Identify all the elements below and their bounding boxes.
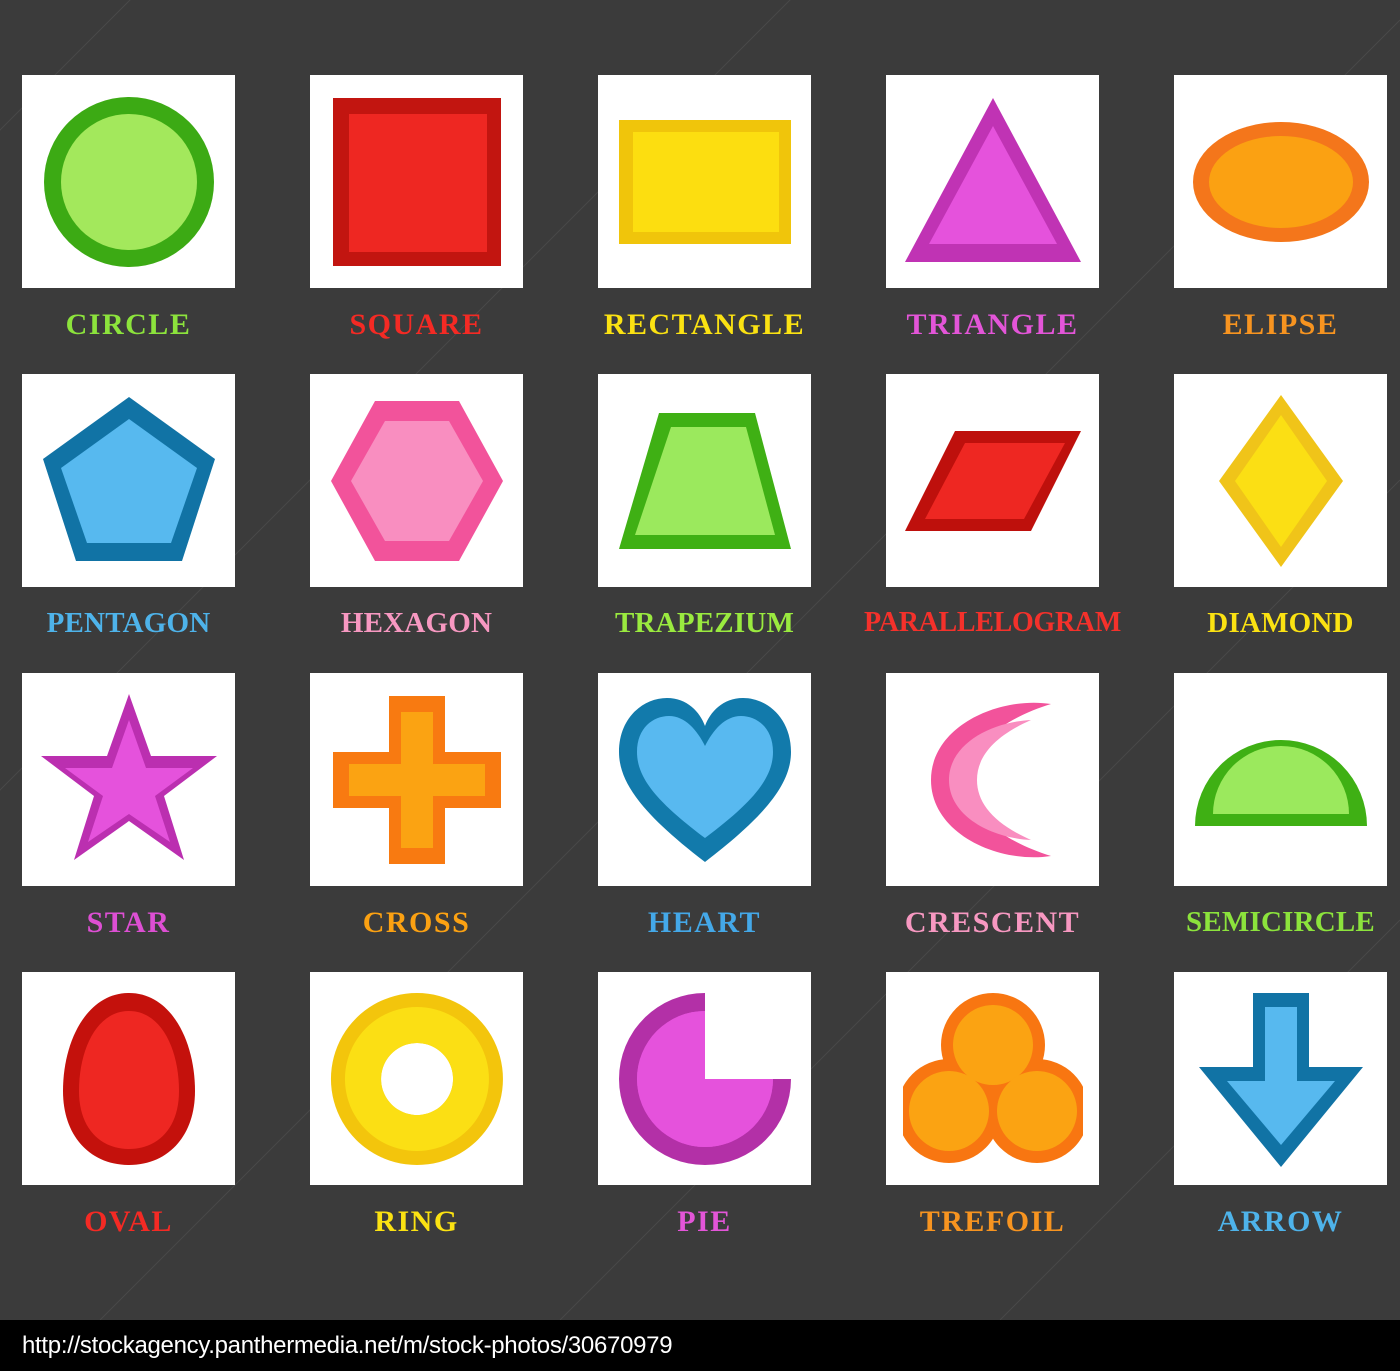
shape-label-rectangle: RECTANGLE: [603, 308, 806, 341]
shape-cell-circle[interactable]: CIRCLE: [22, 75, 235, 374]
diamond-icon: [1218, 394, 1343, 567]
shape-card-crescent: [886, 673, 1099, 886]
parallelogram-icon: [904, 430, 1081, 531]
shape-cell-semicircle[interactable]: SEMICIRCLE: [1174, 673, 1387, 972]
shape-cell-cross[interactable]: CROSS: [310, 673, 523, 972]
shape-cell-trapezium[interactable]: TRAPEZIUM: [598, 374, 811, 673]
shape-card-trefoil: [886, 972, 1099, 1185]
shape-card-arrow: [1174, 972, 1387, 1185]
shape-label-arrow: ARROW: [1217, 1205, 1344, 1238]
shape-label-pentagon: PENTAGON: [46, 607, 211, 639]
shape-cell-star[interactable]: STAR: [22, 673, 235, 972]
hexagon-icon: [330, 400, 503, 561]
crescent-icon: [930, 702, 1051, 857]
shape-card-pentagon: [22, 374, 235, 587]
shape-cell-pie[interactable]: PIE: [598, 972, 811, 1271]
shape-label-semicircle: SEMICIRCLE: [1186, 906, 1375, 938]
shape-cell-pentagon[interactable]: PENTAGON: [22, 374, 235, 673]
shape-card-semicircle: [1174, 673, 1387, 886]
shape-cell-square[interactable]: SQUARE: [310, 75, 523, 374]
shape-card-ring: [310, 972, 523, 1185]
shape-card-oval: [22, 972, 235, 1185]
shape-card-square: [310, 75, 523, 288]
cross-icon: [332, 695, 501, 864]
shape-card-star: [22, 673, 235, 886]
triangle-icon: [904, 97, 1081, 262]
shape-cell-diamond[interactable]: DIAMOND: [1174, 374, 1387, 673]
shape-card-elipse: [1174, 75, 1387, 288]
shapes-grid: CIRCLE SQUARE RECTANGLE TRIANGLE ELIPSE …: [22, 75, 1387, 1271]
oval-icon: [62, 992, 195, 1165]
shape-card-heart: [598, 673, 811, 886]
shape-label-cross: CROSS: [362, 906, 471, 939]
shape-label-star: STAR: [86, 906, 171, 939]
shape-card-rectangle: [598, 75, 811, 288]
arrow-down-icon: [1198, 992, 1363, 1167]
square-icon: [332, 97, 501, 266]
circle-icon: [43, 96, 214, 267]
trapezium-icon: [618, 412, 791, 549]
shape-card-triangle: [886, 75, 1099, 288]
shape-card-cross: [310, 673, 523, 886]
shape-cell-ring[interactable]: RING: [310, 972, 523, 1271]
shape-card-diamond: [1174, 374, 1387, 587]
footer-url: http://stockagency.panthermedia.net/m/st…: [0, 1320, 1400, 1371]
shape-cell-triangle[interactable]: TRIANGLE: [886, 75, 1099, 374]
shape-cell-heart[interactable]: HEART: [598, 673, 811, 972]
pie-icon: [618, 992, 791, 1165]
shape-label-elipse: ELIPSE: [1222, 308, 1339, 341]
shape-cell-rectangle[interactable]: RECTANGLE: [598, 75, 811, 374]
shape-label-crescent: CRESCENT: [904, 906, 1081, 939]
shape-label-trapezium: TRAPEZIUM: [614, 607, 795, 639]
shapes-poster: CIRCLE SQUARE RECTANGLE TRIANGLE ELIPSE …: [0, 0, 1400, 1320]
shape-label-diamond: DIAMOND: [1207, 607, 1354, 639]
shape-label-parallelogram: PARALLELOGRAM: [864, 607, 1121, 638]
shape-cell-trefoil[interactable]: TREFOIL: [886, 972, 1099, 1271]
shape-cell-arrow[interactable]: ARROW: [1174, 972, 1387, 1271]
shape-label-heart: HEART: [647, 906, 762, 939]
shape-cell-oval[interactable]: OVAL: [22, 972, 235, 1271]
shape-cell-parallelogram[interactable]: PARALLELOGRAM: [864, 374, 1121, 673]
shape-label-trefoil: TREFOIL: [919, 1205, 1066, 1238]
footer-url-text: http://stockagency.panthermedia.net/m/st…: [22, 1331, 673, 1359]
shape-card-circle: [22, 75, 235, 288]
rectangle-icon: [618, 119, 791, 244]
shape-label-circle: CIRCLE: [65, 308, 192, 341]
shape-label-pie: PIE: [677, 1205, 732, 1238]
heart-icon: [618, 697, 791, 862]
semicircle-icon: [1194, 739, 1367, 826]
shape-label-hexagon: HEXAGON: [340, 607, 493, 639]
ellipse-icon: [1192, 121, 1369, 242]
shape-card-hexagon: [310, 374, 523, 587]
star-icon: [40, 693, 217, 860]
trefoil-icon: [902, 992, 1083, 1163]
shape-label-triangle: TRIANGLE: [906, 308, 1079, 341]
shape-cell-elipse[interactable]: ELIPSE: [1174, 75, 1387, 374]
shape-cell-crescent[interactable]: CRESCENT: [886, 673, 1099, 972]
shape-card-trapezium: [598, 374, 811, 587]
shape-label-ring: RING: [374, 1205, 459, 1238]
shape-card-pie: [598, 972, 811, 1185]
shape-label-square: SQUARE: [349, 308, 484, 341]
pentagon-icon: [42, 396, 215, 561]
shape-cell-hexagon[interactable]: HEXAGON: [310, 374, 523, 673]
ring-icon: [330, 992, 503, 1165]
shape-label-oval: OVAL: [84, 1205, 173, 1238]
shape-card-parallelogram: [886, 374, 1099, 587]
